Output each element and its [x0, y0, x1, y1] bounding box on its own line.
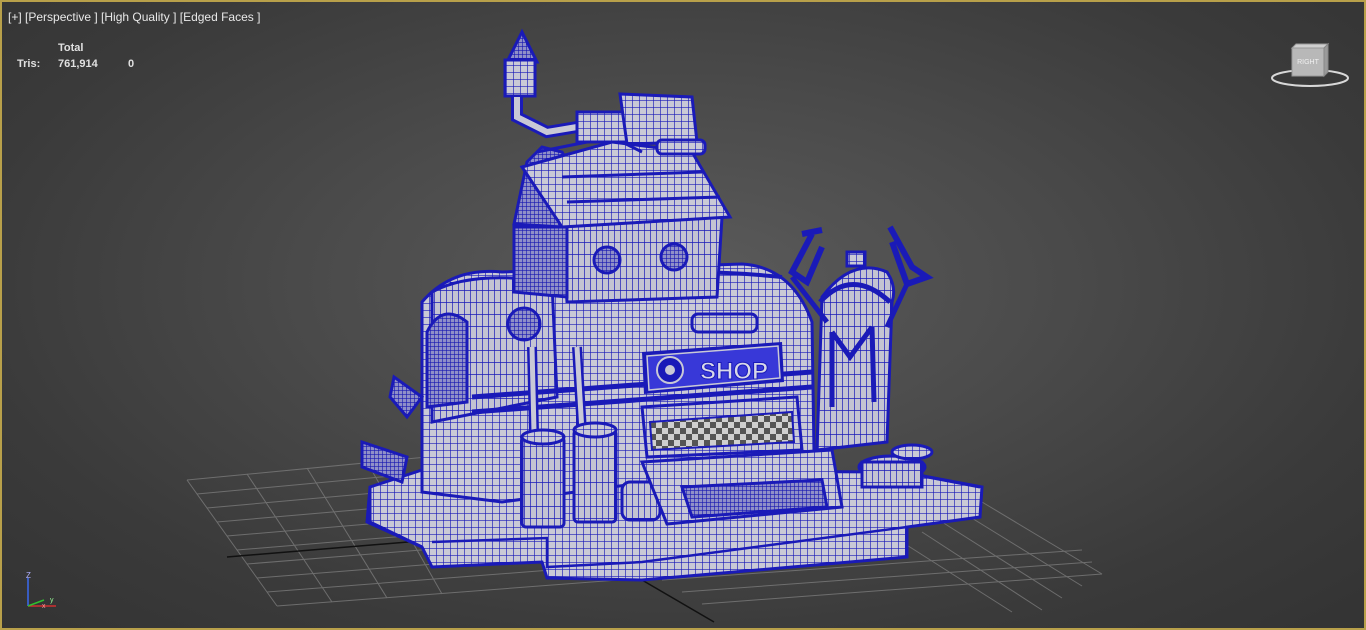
viewcube-face-label: RIGHT: [1297, 59, 1320, 66]
svg-text:y: y: [50, 597, 54, 604]
viewcube-icon[interactable]: RIGHT: [1270, 42, 1352, 90]
grid-axis-y: [641, 579, 715, 623]
perspective-viewport[interactable]: [+] [Perspective ] [High Quality ] [Edge…: [0, 0, 1366, 630]
scene-render[interactable]: SHOP: [2, 2, 1364, 628]
svg-text:x: x: [42, 603, 46, 610]
svg-text:Z: Z: [26, 571, 31, 580]
roof-pipes: [503, 28, 707, 156]
axis-tripod-icon: Z x y: [26, 571, 56, 610]
upper-house: [512, 135, 733, 304]
shop-sign-text: SHOP: [700, 358, 768, 385]
